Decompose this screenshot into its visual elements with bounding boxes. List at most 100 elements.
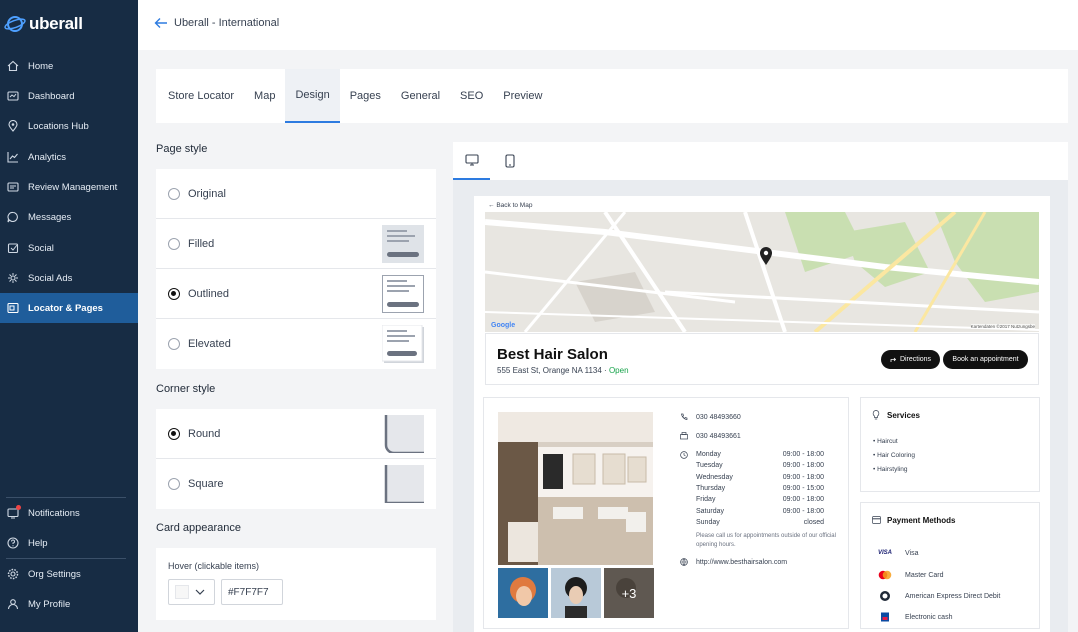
payment-label: American Express Direct Debit bbox=[905, 592, 1001, 600]
radio-button[interactable] bbox=[168, 187, 180, 200]
sidebar-item-my-profile[interactable]: My Profile bbox=[0, 589, 138, 619]
book-appointment-button[interactable]: Book an appointment bbox=[943, 350, 1028, 369]
hours-row: Monday 09:00 - 18:00 bbox=[696, 451, 824, 458]
gallery-more-count: +3 bbox=[604, 568, 654, 618]
tab-store-locator[interactable]: Store Locator bbox=[158, 69, 244, 123]
sidebar-item-social-ads[interactable]: Social Ads bbox=[0, 263, 138, 293]
salon-photo[interactable] bbox=[498, 412, 653, 565]
back-to-map-link[interactable]: ← Back to Map bbox=[488, 202, 532, 209]
page-title: Uberall - International bbox=[174, 17, 280, 29]
day-label: Sunday bbox=[696, 519, 720, 526]
brand-name: uberall bbox=[29, 14, 83, 33]
services-title: Services bbox=[887, 411, 920, 420]
mobile-icon bbox=[504, 154, 515, 168]
tab-preview[interactable]: Preview bbox=[493, 69, 552, 123]
sidebar-item-label: Analytics bbox=[28, 151, 67, 163]
page-style-option-filled[interactable]: Filled bbox=[156, 219, 436, 269]
directions-label: Directions bbox=[899, 356, 932, 363]
time-label: closed bbox=[803, 519, 824, 526]
round-corner-thumbnail bbox=[384, 415, 424, 453]
hover-color-picker[interactable] bbox=[168, 579, 215, 605]
sidebar-item-messages[interactable]: Messages bbox=[0, 202, 138, 232]
hours-row: Thursday 09:00 - 15:00 bbox=[696, 485, 824, 492]
tab-bar: Store Locator Map Design Pages General S… bbox=[156, 69, 1068, 123]
map-tiles bbox=[485, 212, 1039, 332]
mobile-view-button[interactable] bbox=[491, 142, 528, 180]
analytics-icon bbox=[6, 150, 20, 164]
page-style-option-elevated[interactable]: Elevated bbox=[156, 319, 436, 369]
tab-general[interactable]: General bbox=[391, 69, 450, 123]
sidebar-item-label: Locations Hub bbox=[28, 120, 89, 132]
sidebar-item-label: Notifications bbox=[28, 507, 80, 519]
option-label: Filled bbox=[188, 237, 215, 250]
day-label: Monday bbox=[696, 451, 721, 458]
sidebar-item-help[interactable]: Help bbox=[0, 528, 138, 558]
tab-seo[interactable]: SEO bbox=[450, 69, 493, 123]
hours-row: Saturday 09:00 - 18:00 bbox=[696, 508, 824, 515]
gallery-thumbnail[interactable] bbox=[498, 568, 548, 618]
sidebar-item-locator-pages[interactable]: Locator & Pages bbox=[0, 293, 138, 323]
radio-button-selected[interactable] bbox=[168, 287, 180, 300]
radio-button[interactable] bbox=[168, 478, 180, 490]
corner-style-option-square[interactable]: Square bbox=[156, 459, 436, 509]
sidebar-item-home[interactable]: Home bbox=[0, 51, 138, 81]
gallery-more[interactable]: +3 bbox=[604, 568, 654, 618]
business-address-line: 555 East St, Orange NA 1134 · Open bbox=[497, 366, 629, 375]
directions-button[interactable]: Directions bbox=[881, 350, 940, 369]
salon-interior-image bbox=[498, 412, 653, 565]
tab-design[interactable]: Design bbox=[285, 69, 340, 123]
desktop-view-button[interactable] bbox=[453, 142, 490, 180]
fax-row: 030 48493661 bbox=[680, 432, 741, 440]
radio-button[interactable] bbox=[168, 338, 180, 350]
payment-item: American Express Direct Debit bbox=[875, 591, 1000, 601]
day-label: Saturday bbox=[696, 508, 725, 515]
sidebar-item-dashboard[interactable]: Dashboard bbox=[0, 81, 138, 111]
time-label: 09:00 - 18:00 bbox=[782, 508, 824, 515]
tab-map[interactable]: Map bbox=[244, 69, 285, 123]
uberall-logo[interactable]: uberall bbox=[4, 10, 83, 38]
sidebar-item-social[interactable]: Social bbox=[0, 233, 138, 263]
chevron-down-icon bbox=[195, 589, 205, 595]
amex-logo bbox=[875, 591, 895, 601]
map-pin-icon[interactable] bbox=[759, 246, 773, 266]
option-label: Outlined bbox=[188, 287, 229, 300]
card-appearance-panel: Hover (clickable items) #F7F7F7 bbox=[156, 548, 436, 620]
sidebar-item-notifications[interactable]: Notifications bbox=[0, 498, 138, 528]
google-map-logo: Google bbox=[491, 322, 516, 329]
review-icon bbox=[6, 180, 20, 194]
home-icon bbox=[6, 59, 20, 73]
globe-icon bbox=[680, 558, 688, 566]
business-info-card: +3 030 48493660 030 48493661 Monday 09:00… bbox=[483, 397, 849, 629]
back-arrow-icon[interactable] bbox=[154, 17, 168, 29]
phone-number[interactable]: 030 48493660 bbox=[696, 414, 741, 421]
sidebar-item-label: Locator & Pages bbox=[28, 302, 103, 314]
radio-button[interactable] bbox=[168, 237, 180, 250]
location-map[interactable]: Google Kartendaten ©2017 Nutzungsbe bbox=[485, 212, 1039, 332]
gear-icon bbox=[6, 567, 20, 581]
page-style-option-original[interactable]: Original bbox=[156, 169, 436, 219]
sidebar-item-label: Org Settings bbox=[28, 568, 81, 580]
option-label: Elevated bbox=[188, 338, 231, 350]
visa-logo: VISA bbox=[877, 550, 892, 556]
tab-pages[interactable]: Pages bbox=[340, 69, 391, 123]
sidebar-item-org-settings[interactable]: Org Settings bbox=[0, 559, 138, 589]
corner-style-option-round[interactable]: Round bbox=[156, 409, 436, 459]
sidebar-item-locations-hub[interactable]: Locations Hub bbox=[0, 111, 138, 141]
sidebar: uberall Home Dashboard Locations Hub Ana… bbox=[0, 0, 138, 632]
sidebar-item-label: Social bbox=[28, 242, 54, 254]
hours-row: Wednesday 09:00 - 18:00 bbox=[696, 474, 824, 481]
radio-button-selected[interactable] bbox=[168, 427, 180, 440]
sidebar-item-label: Social Ads bbox=[28, 272, 73, 284]
hover-color-input[interactable]: #F7F7F7 bbox=[221, 579, 283, 605]
payment-item: VISA Visa bbox=[875, 548, 919, 558]
desktop-icon bbox=[464, 154, 479, 166]
page-style-option-outlined[interactable]: Outlined bbox=[156, 269, 436, 319]
website-link[interactable]: http://www.besthairsalon.com bbox=[696, 559, 787, 566]
day-label: Tuesday bbox=[696, 462, 723, 469]
address-separator: · bbox=[604, 366, 607, 375]
gallery-thumbnail[interactable] bbox=[551, 568, 601, 618]
sidebar-item-review-management[interactable]: Review Management bbox=[0, 172, 138, 202]
time-label: 09:00 - 18:00 bbox=[782, 496, 824, 503]
electronic-cash-logo bbox=[875, 612, 895, 622]
sidebar-item-analytics[interactable]: Analytics bbox=[0, 142, 138, 172]
